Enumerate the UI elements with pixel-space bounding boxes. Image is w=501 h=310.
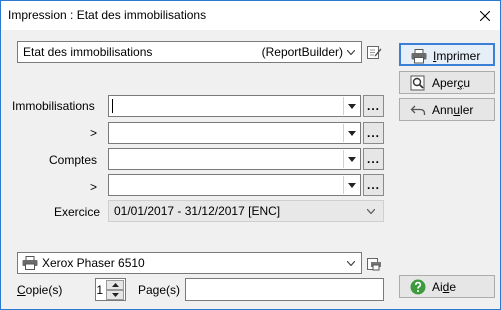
copies-label: Copie(s) — [17, 283, 63, 297]
immobilisations-from-input[interactable] — [108, 95, 361, 117]
pages-input[interactable] — [185, 278, 384, 301]
report-select[interactable]: Etat des immobilisations (ReportBuilder) — [17, 41, 362, 63]
cancel-button[interactable]: Annuler — [399, 98, 495, 121]
printer-name: Xerox Phaser 6510 — [42, 256, 145, 270]
immobilisations-from-browse-button[interactable]: ... — [363, 95, 384, 117]
chevron-down-icon — [343, 255, 359, 271]
help-icon — [410, 279, 426, 295]
printer-properties-button[interactable] — [365, 254, 383, 272]
chevron-down-icon — [111, 293, 119, 297]
print-dialog: Impression : Etat des immobilisations Et… — [0, 0, 501, 310]
copies-value: 1 — [96, 283, 103, 297]
immobilisations-to-input[interactable] — [108, 122, 361, 144]
print-button[interactable]: Imprimer — [399, 43, 495, 66]
print-button-label: Imprimer — [433, 49, 481, 63]
chevron-down-icon[interactable] — [343, 176, 359, 194]
chevron-down-icon[interactable] — [343, 150, 359, 168]
spin-up-button[interactable] — [106, 280, 124, 290]
edit-report-icon — [367, 46, 382, 59]
chevron-down-icon — [363, 203, 379, 219]
printer-icon — [22, 256, 38, 273]
title-bar: Impression : Etat des immobilisations — [1, 1, 500, 30]
immobilisations-to-label: > — [90, 126, 98, 140]
help-button[interactable]: Aide — [399, 275, 495, 298]
chevron-down-icon[interactable] — [343, 124, 359, 142]
text-caret — [112, 99, 113, 113]
comptes-to-input[interactable] — [108, 174, 361, 196]
chevron-up-icon — [111, 283, 119, 287]
copies-spinner[interactable]: 1 — [95, 278, 126, 301]
comptes-to-label: > — [90, 180, 98, 194]
magnifier-icon — [410, 75, 425, 91]
chevron-down-icon[interactable] — [343, 97, 359, 115]
comptes-to-browse-button[interactable]: ... — [363, 174, 384, 196]
window-title: Impression : Etat des immobilisations — [8, 8, 207, 22]
comptes-label: Comptes — [49, 153, 98, 167]
preview-button[interactable]: Aperçu — [399, 71, 495, 94]
pages-label: Page(s) — [138, 283, 181, 297]
close-icon — [480, 10, 490, 21]
report-engine: (ReportBuilder) — [261, 45, 343, 59]
exercice-label: Exercice — [54, 205, 101, 219]
help-button-label: Aide — [432, 280, 457, 294]
exercice-select[interactable]: 01/01/2017 - 31/12/2017 [ENC] — [108, 200, 384, 222]
undo-arrow-icon — [410, 105, 426, 115]
preview-button-label: Aperçu — [432, 76, 471, 90]
printer-icon — [411, 49, 427, 64]
cancel-button-label: Annuler — [432, 103, 474, 117]
comptes-from-browse-button[interactable]: ... — [363, 148, 384, 170]
immobilisations-label: Immobilisations — [12, 99, 95, 113]
comptes-from-input[interactable] — [108, 148, 361, 170]
report-name: Etat des immobilisations — [23, 45, 153, 59]
chevron-down-icon — [343, 44, 359, 60]
exercice-value: 01/01/2017 - 31/12/2017 [ENC] — [114, 204, 281, 218]
edit-report-button[interactable] — [365, 43, 383, 61]
printer-select[interactable]: Xerox Phaser 6510 — [17, 252, 362, 274]
spin-down-button[interactable] — [106, 290, 124, 300]
close-button[interactable] — [470, 1, 500, 30]
printer-properties-icon — [367, 258, 381, 271]
immobilisations-to-browse-button[interactable]: ... — [363, 122, 384, 144]
